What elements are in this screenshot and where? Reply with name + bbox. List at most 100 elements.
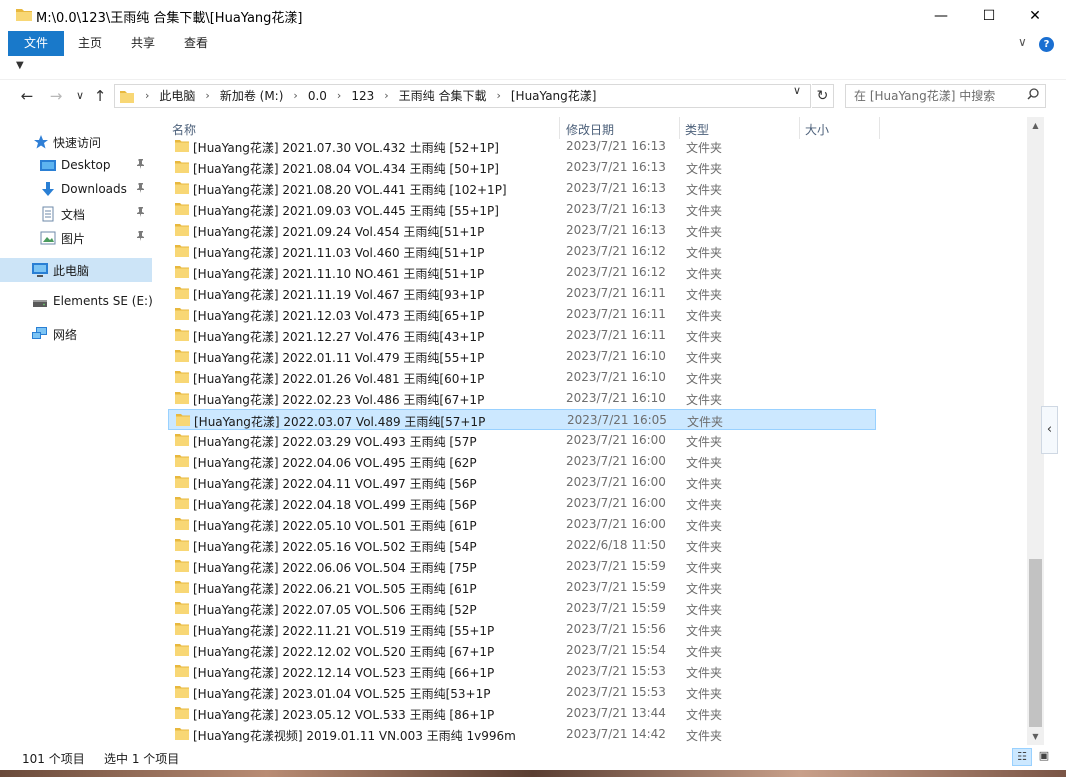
file-type: 文件夹 (686, 309, 723, 323)
large-icons-view-icon[interactable]: ▣ (1034, 748, 1054, 766)
table-row[interactable]: [HuaYang花漾] 2022.04.06 VOL.495 王雨纯 [62P 2… (168, 451, 876, 472)
recent-locations-button[interactable]: ∨ (70, 86, 90, 106)
folder-icon (175, 497, 189, 509)
table-row[interactable]: [HuaYang花漾] 2022.12.14 VOL.523 王雨纯 [66+1… (168, 661, 876, 682)
file-name: [HuaYang花漾] 2022.01.11 Vol.479 王雨纯[55+1P (193, 351, 485, 365)
details-view-icon[interactable]: ☷ (1012, 748, 1032, 766)
file-date: 2023/7/21 16:12 (566, 265, 666, 279)
table-row[interactable]: [HuaYang花漾] 2023.05.12 VOL.533 王雨纯 [86+1… (168, 703, 876, 724)
table-row[interactable]: [HuaYang花漾] 2022.06.21 VOL.505 王雨纯 [61P 2… (168, 577, 876, 598)
help-icon[interactable]: ? (1039, 37, 1054, 52)
navigation-pane: 快速访问 Desktop Downloads 文档 图片 此电脑 Element… (0, 117, 160, 745)
folder-icon (175, 203, 189, 215)
item-count: 101 个项目 (22, 752, 85, 766)
table-row[interactable]: [HuaYang花漾] 2022.11.21 VOL.519 王雨纯 [55+1… (168, 619, 876, 640)
sidebar-item-documents[interactable]: 文档 (0, 202, 152, 226)
breadcrumb-item[interactable]: 0.0 (304, 85, 331, 107)
sidebar-item-quick-access[interactable]: 快速访问 (0, 130, 152, 154)
scrollbar-thumb[interactable] (1029, 559, 1042, 727)
sidebar-item-this-pc[interactable]: 此电脑 (0, 258, 152, 282)
table-row[interactable]: [HuaYang花漾] 2022.01.11 Vol.479 王雨纯[55+1P… (168, 346, 876, 367)
ribbon-tabs: 文件 主页 共享 查看 ∨ (0, 31, 1066, 56)
table-row[interactable]: [HuaYang花漾] 2021.11.03 Vol.460 王雨纯[51+1P… (168, 241, 876, 262)
search-box[interactable] (845, 84, 1046, 108)
table-row[interactable]: [HuaYang花漾] 2022.05.10 VOL.501 王雨纯 [61P 2… (168, 514, 876, 535)
address-dropdown-icon[interactable]: ∨ (793, 84, 801, 97)
file-name: [HuaYang花漾视频] 2019.01.11 VN.003 王雨纯 1v99… (193, 729, 516, 743)
file-name: [HuaYang花漾] 2021.11.10 NO.461 王雨纯[51+1P (193, 267, 485, 281)
ribbon-expand-icon[interactable]: ∨ (1018, 35, 1027, 49)
tab-home[interactable]: 主页 (72, 31, 108, 56)
customize-toolbar-icon[interactable]: ▼ (16, 60, 24, 71)
refresh-button[interactable]: ↻ (812, 84, 834, 108)
sidebar-item-drive-e[interactable]: Elements SE (E:) (0, 290, 153, 314)
breadcrumb-item[interactable]: 123 (347, 85, 378, 107)
breadcrumb-item[interactable]: [HuaYang花漾] (507, 85, 601, 107)
table-row[interactable]: [HuaYang花漾] 2022.02.23 Vol.486 王雨纯[67+1P… (168, 388, 876, 409)
column-divider[interactable] (879, 117, 880, 139)
tab-file[interactable]: 文件 (8, 31, 64, 56)
folder-icon (176, 414, 190, 426)
back-button[interactable]: ← (17, 86, 37, 106)
table-row[interactable]: [HuaYang花漾] 2021.08.04 VOL.434 王雨纯 [50+1… (168, 157, 876, 178)
table-row[interactable]: [HuaYang花漾] 2022.03.07 Vol.489 王雨纯[57+1P… (168, 409, 876, 430)
file-type: 文件夹 (687, 415, 724, 429)
file-name: [HuaYang花漾] 2022.04.06 VOL.495 王雨纯 [62P (193, 456, 477, 470)
file-date: 2023/7/21 16:11 (566, 286, 666, 300)
breadcrumb-separator-icon[interactable]: › (331, 85, 347, 107)
minimize-button[interactable]: — (918, 0, 964, 31)
sidebar-item-downloads[interactable]: Downloads (0, 178, 152, 202)
table-row[interactable]: [HuaYang花漾] 2022.07.05 VOL.506 王雨纯 [52P 2… (168, 598, 876, 619)
scroll-down-icon[interactable]: ▼ (1027, 728, 1044, 745)
table-row[interactable]: [HuaYang花漾] 2021.12.03 Vol.473 王雨纯[65+1P… (168, 304, 876, 325)
collapse-preview-icon[interactable]: ‹ (1041, 406, 1058, 454)
search-icon[interactable] (1027, 88, 1039, 103)
table-row[interactable]: [HuaYang花漾] 2023.01.04 VOL.525 王雨纯[53+1P… (168, 682, 876, 703)
sidebar-item-desktop[interactable]: Desktop (0, 154, 152, 178)
breadcrumb-item[interactable]: 新加卷 (M:) (216, 85, 288, 107)
file-name: [HuaYang花漾] 2022.03.29 VOL.493 王雨纯 [57P (193, 435, 477, 449)
breadcrumb-item[interactable]: 此电脑 (155, 85, 199, 107)
table-row[interactable]: [HuaYang花漾] 2022.04.11 VOL.497 王雨纯 [56P 2… (168, 472, 876, 493)
file-date: 2023/7/21 15:53 (566, 685, 666, 699)
table-row[interactable]: [HuaYang花漾视频] 2019.01.11 VN.003 王雨纯 1v99… (168, 724, 876, 745)
sidebar-item-network[interactable]: 网络 (0, 322, 152, 346)
breadcrumb-item[interactable]: 王雨纯 合集下載 (395, 85, 491, 107)
table-row[interactable]: [HuaYang花漾] 2022.01.26 Vol.481 王雨纯[60+1P… (168, 367, 876, 388)
file-type: 文件夹 (686, 141, 723, 155)
close-button[interactable]: ✕ (1012, 0, 1058, 31)
tab-view[interactable]: 查看 (178, 31, 214, 56)
file-date: 2023/7/21 16:00 (566, 517, 666, 531)
file-date: 2023/7/21 16:00 (566, 433, 666, 447)
table-row[interactable]: [HuaYang花漾] 2022.05.16 VOL.502 王雨纯 [54P 2… (168, 535, 876, 556)
table-row[interactable]: [HuaYang花漾] 2022.04.18 VOL.499 王雨纯 [56P 2… (168, 493, 876, 514)
table-row[interactable]: [HuaYang花漾] 2021.09.24 Vol.454 王雨纯[51+1P… (168, 220, 876, 241)
file-name: [HuaYang花漾] 2022.05.10 VOL.501 王雨纯 [61P (193, 519, 477, 533)
table-row[interactable]: [HuaYang花漾] 2021.11.19 Vol.467 王雨纯[93+1P… (168, 283, 876, 304)
forward-button[interactable]: → (46, 86, 66, 106)
table-row[interactable]: [HuaYang花漾] 2021.09.03 VOL.445 王雨纯 [55+1… (168, 199, 876, 220)
breadcrumb-separator-icon[interactable]: › (139, 85, 155, 107)
up-button[interactable]: ↑ (90, 86, 110, 106)
table-row[interactable]: [HuaYang花漾] 2022.03.29 VOL.493 王雨纯 [57P 2… (168, 430, 876, 451)
table-row[interactable]: [HuaYang花漾] 2021.07.30 VOL.432 土雨纯 [52+1… (168, 136, 876, 157)
breadcrumb-separator-icon[interactable]: › (378, 85, 394, 107)
sidebar-item-label: 此电脑 (53, 264, 90, 278)
sidebar-item-pictures[interactable]: 图片 (0, 226, 152, 250)
file-type: 文件夹 (686, 540, 723, 554)
file-name: [HuaYang花漾] 2022.06.06 VOL.504 王雨纯 [75P (193, 561, 477, 575)
scroll-up-icon[interactable]: ▲ (1027, 117, 1044, 134)
table-row[interactable]: [HuaYang花漾] 2021.11.10 NO.461 王雨纯[51+1P 2… (168, 262, 876, 283)
table-row[interactable]: [HuaYang花漾] 2022.06.06 VOL.504 王雨纯 [75P 2… (168, 556, 876, 577)
breadcrumb-separator-icon[interactable]: › (287, 85, 303, 107)
address-bar[interactable]: › 此电脑 › 新加卷 (M:) › 0.0 › 123 › 王雨纯 合集下載 › [HuaYang花… (114, 84, 811, 108)
tab-share[interactable]: 共享 (125, 31, 161, 56)
table-row[interactable]: [HuaYang花漾] 2021.08.20 VOL.441 王雨纯 [102+… (168, 178, 876, 199)
table-row[interactable]: [HuaYang花漾] 2021.12.27 Vol.476 王雨纯[43+1P… (168, 325, 876, 346)
breadcrumb-separator-icon[interactable]: › (199, 85, 215, 107)
maximize-button[interactable]: ☐ (966, 0, 1012, 31)
table-row[interactable]: [HuaYang花漾] 2022.12.02 VOL.520 王雨纯 [67+1… (168, 640, 876, 661)
search-input[interactable] (846, 85, 1021, 107)
file-name: [HuaYang花漾] 2022.02.23 Vol.486 王雨纯[67+1P (193, 393, 485, 407)
breadcrumb-separator-icon[interactable]: › (490, 85, 506, 107)
